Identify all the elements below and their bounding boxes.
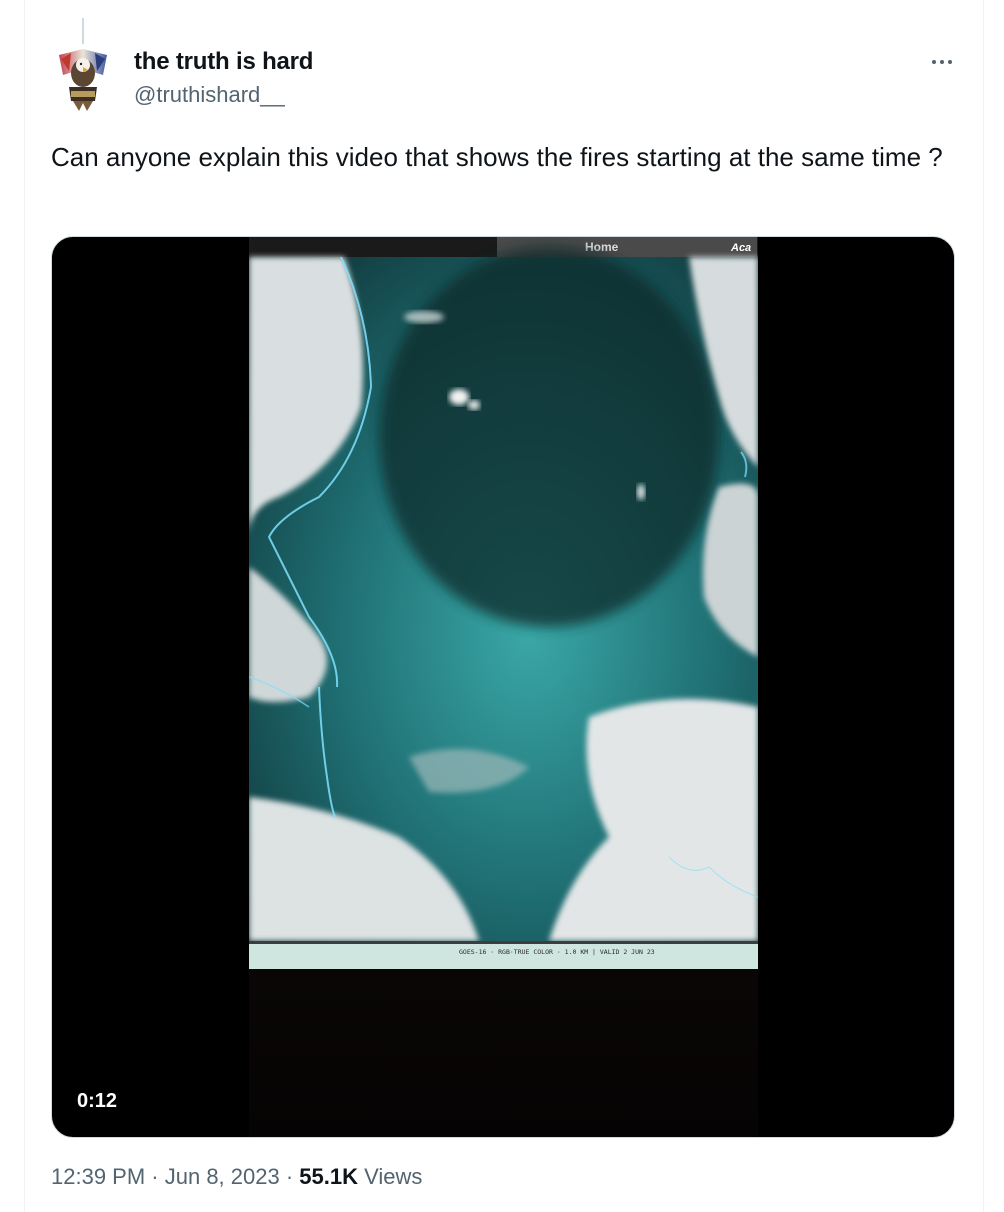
video-player[interactable]: Home Aca GOES-16 · RGB·TRUE COLOR · 1.0 … [51, 236, 955, 1138]
tweet-text: Can anyone explain this video that shows… [51, 142, 943, 172]
posted-time-link[interactable]: 12:39 PM [51, 1164, 145, 1189]
views-label: Views [358, 1164, 423, 1189]
frame-caption: GOES-16 · RGB·TRUE COLOR · 1.0 KM | VALI… [459, 948, 655, 956]
meta-separator-2: · [279, 1164, 300, 1189]
meta-separator: · [145, 1164, 165, 1189]
more-options-button[interactable] [922, 48, 962, 76]
author-handle[interactable]: @truthishard__ [134, 82, 285, 108]
more-horizontal-icon [932, 60, 936, 64]
frame-top-right-label: Aca [730, 242, 751, 254]
views-count: 55.1K [299, 1164, 358, 1189]
author-display-name[interactable]: the truth is hard [134, 48, 313, 76]
video-frame: Home Aca GOES-16 · RGB·TRUE COLOR · 1.0 … [249, 237, 758, 1137]
tweet-metadata: 12:39 PM · Jun 8, 2023 · 55.1K Views [51, 1164, 422, 1190]
thread-connector-line [82, 18, 84, 44]
video-duration-badge: 0:12 [67, 1085, 128, 1117]
eagle-emblem-icon [59, 49, 107, 111]
posted-date-link[interactable]: Jun 8, 2023 [165, 1164, 280, 1189]
frame-top-label: Home [585, 240, 619, 254]
avatar[interactable] [55, 45, 111, 113]
